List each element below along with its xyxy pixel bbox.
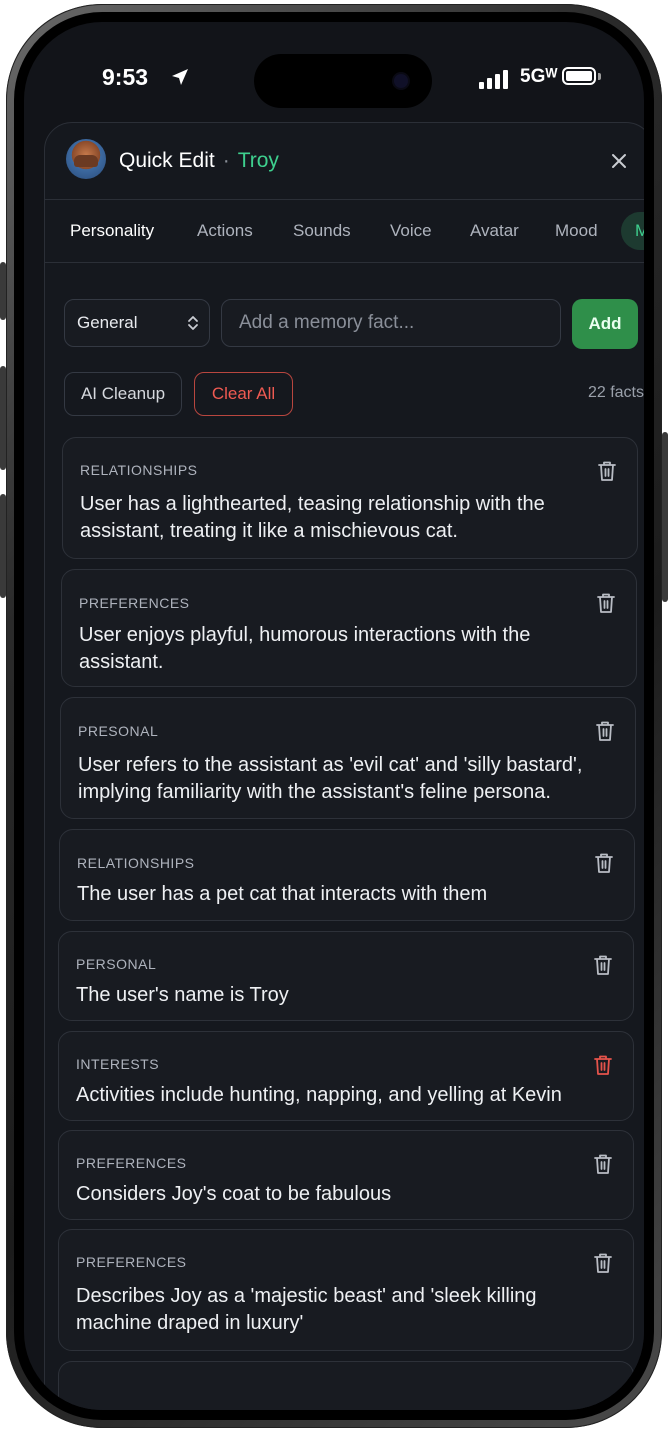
character-name: Troy [237, 149, 279, 172]
fact-text: Considers Joy's coat to be fabulous [76, 1183, 392, 1205]
fact-card: PERSONAL The user's name is Troy [58, 931, 634, 1021]
chevron-up-down-icon [188, 316, 198, 330]
ai-cleanup-button[interactable]: AI Cleanup [64, 372, 182, 416]
power-button [662, 432, 668, 602]
location-arrow-icon [172, 69, 188, 85]
trash-icon[interactable] [593, 1252, 613, 1274]
fact-text: The user has a pet cat that interacts wi… [77, 883, 488, 905]
title-text: Quick Edit [119, 149, 215, 172]
tab-mood[interactable]: Mood [555, 221, 598, 241]
fact-card: RELATIONSHIPS The user has a pet cat tha… [59, 829, 635, 921]
fact-card: PREFERENCES Considers Joy's coat to be f… [58, 1130, 634, 1220]
trash-icon[interactable] [596, 592, 616, 614]
fact-category: RELATIONSHIPS [77, 855, 195, 871]
fact-card: PREFERENCES Describes Joy as a 'majestic… [58, 1229, 634, 1351]
trash-icon[interactable] [597, 460, 617, 482]
front-camera [394, 74, 408, 88]
fact-category: PERSONAL [76, 956, 157, 972]
volume-down-button [0, 494, 6, 598]
memory-fact-input[interactable]: Add a memory fact... [221, 299, 561, 347]
screen: 9:53 5Gᵂ Quick Edit · Troy Personality A… [24, 22, 644, 1410]
tab-personality[interactable]: Personality [70, 221, 154, 241]
fact-card-partial [58, 1361, 634, 1410]
category-select-value: General [77, 313, 138, 332]
trash-icon[interactable] [595, 720, 615, 742]
trash-icon-hover[interactable] [593, 1054, 613, 1076]
character-avatar [66, 139, 106, 179]
fact-text: Describes Joy as a 'majestic beast' and … [76, 1285, 537, 1334]
trash-icon[interactable] [593, 1153, 613, 1175]
network-type: 5Gᵂ [520, 66, 558, 87]
fact-count: 22 facts [587, 384, 644, 401]
add-fact-button[interactable]: Add [572, 299, 638, 349]
status-time: 9:53 [102, 64, 149, 90]
fact-card: INTERESTS Activities include hunting, na… [58, 1031, 634, 1121]
title-separator: · [222, 149, 230, 172]
sheet-header: Quick Edit · Troy [45, 123, 644, 200]
fact-category: PREFERENCES [76, 1254, 187, 1270]
fact-card: PRESONAL User refers to the assistant as… [60, 697, 636, 819]
fact-category: PREFERENCES [76, 1155, 187, 1171]
fact-category: PRESONAL [78, 723, 159, 739]
fact-card: PREFERENCES User enjoys playful, humorou… [61, 569, 637, 687]
trash-icon[interactable] [593, 954, 613, 976]
tab-sounds[interactable]: Sounds [293, 221, 351, 241]
trash-icon[interactable] [594, 852, 614, 874]
fact-text: User has a lighthearted, teasing relatio… [80, 493, 545, 542]
tab-memory[interactable]: Me [621, 212, 644, 250]
battery-icon [562, 67, 596, 85]
fact-card: RELATIONSHIPS User has a lighthearted, t… [62, 437, 638, 559]
close-button[interactable] [605, 147, 633, 175]
fact-category: INTERESTS [76, 1056, 160, 1072]
fact-text: User refers to the assistant as 'evil ca… [78, 754, 583, 803]
action-button [0, 262, 6, 320]
clear-all-button[interactable]: Clear All [194, 372, 293, 416]
sheet-title: Quick Edit · Troy [119, 149, 279, 173]
fact-text: User enjoys playful, humorous interactio… [79, 624, 531, 673]
tab-avatar[interactable]: Avatar [470, 221, 519, 241]
tab-voice[interactable]: Voice [390, 221, 432, 241]
fact-text: The user's name is Troy [76, 984, 289, 1006]
volume-up-button [0, 366, 6, 470]
close-icon [612, 154, 626, 168]
phone-bezel: 9:53 5Gᵂ Quick Edit · Troy Personality A… [14, 12, 654, 1420]
tab-bar: Personality Actions Sounds Voice Avatar … [45, 200, 644, 263]
fact-category: RELATIONSHIPS [80, 462, 198, 478]
fact-category: PREFERENCES [79, 595, 190, 611]
quick-edit-sheet: Quick Edit · Troy Personality Actions Soun… [44, 122, 644, 1410]
phone-frame: 9:53 5Gᵂ Quick Edit · Troy Personality A… [0, 4, 668, 1428]
tab-actions[interactable]: Actions [197, 221, 253, 241]
fact-text: Activities include hunting, napping, and… [76, 1084, 562, 1106]
cellular-signal-icon [479, 69, 508, 89]
category-select[interactable]: General [64, 299, 210, 347]
battery-tip [598, 73, 601, 80]
